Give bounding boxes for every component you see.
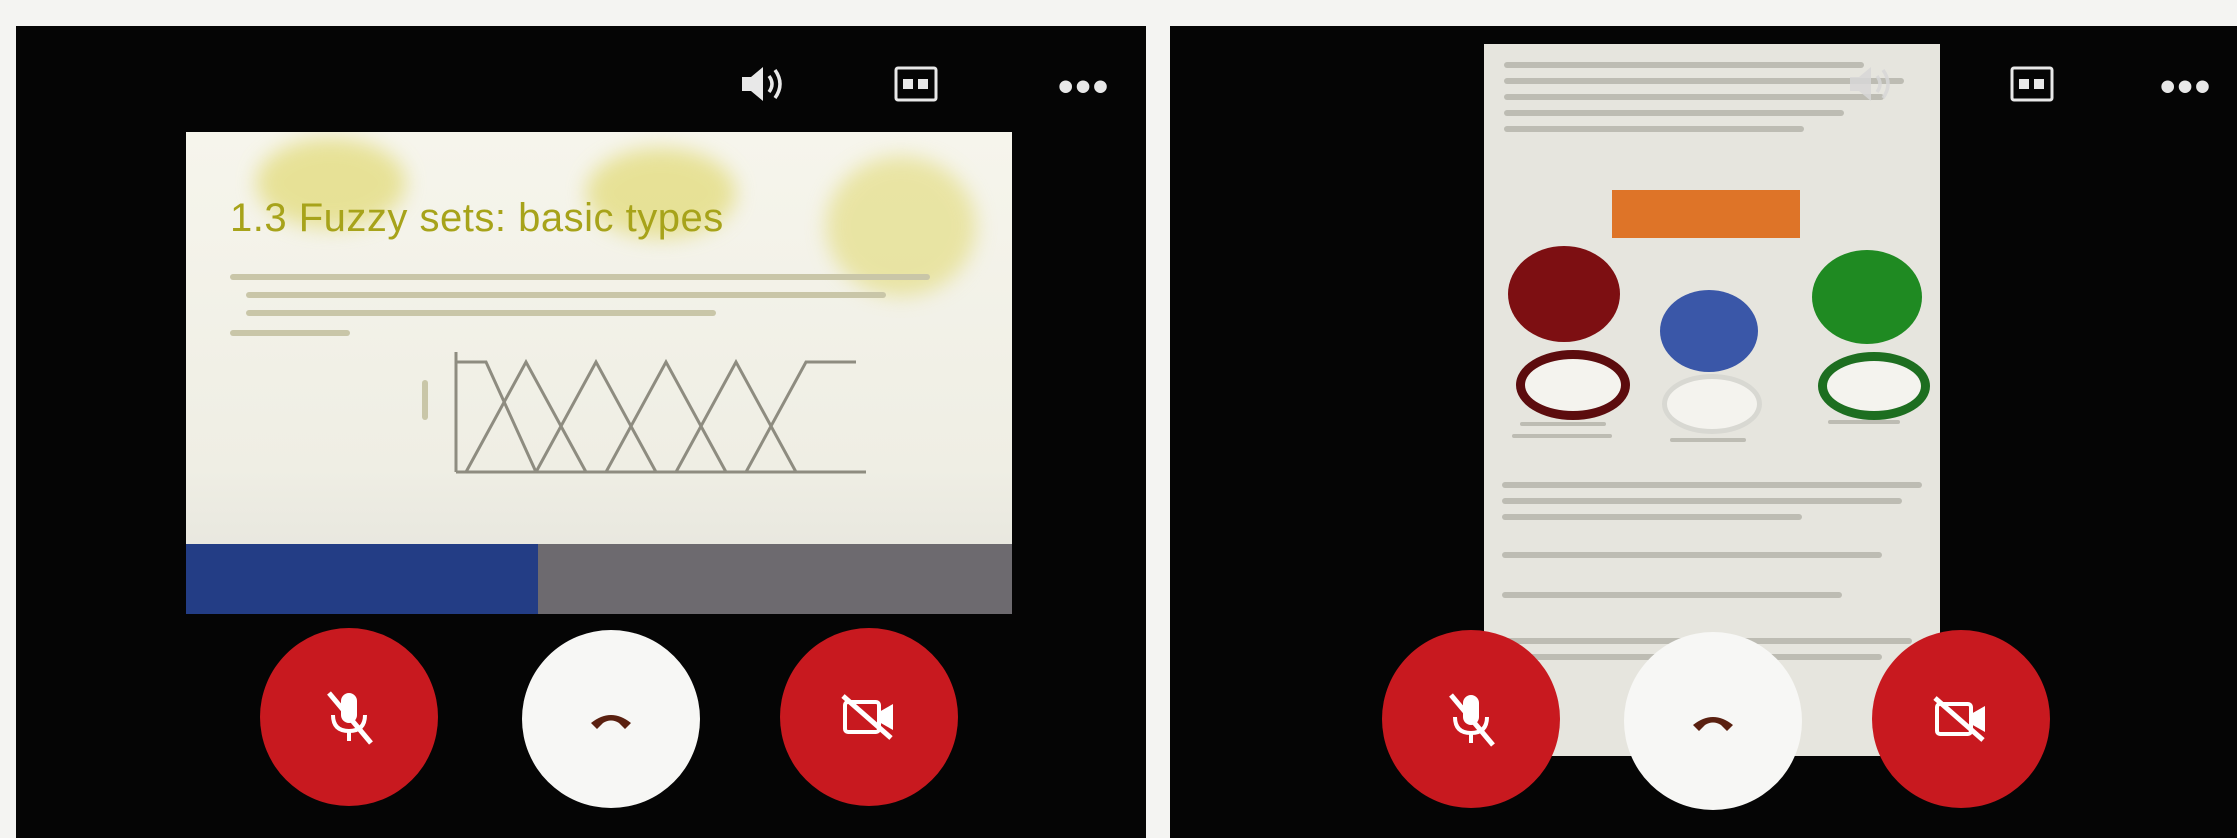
document-text (1502, 552, 1882, 558)
document-text (1828, 420, 1900, 424)
camera-off-icon (841, 694, 893, 740)
closed-captions-icon[interactable] (2010, 66, 2054, 102)
end-call-button[interactable] (1624, 632, 1802, 810)
video-call-panel-right: ••• (1170, 26, 2237, 838)
document-text (1502, 514, 1802, 520)
slide-bullet-text (230, 274, 930, 280)
camera-off-icon (1933, 696, 1985, 742)
end-call-icon (591, 715, 631, 729)
document-text (1502, 482, 1922, 488)
document-text (1512, 434, 1612, 438)
speaker-icon[interactable] (1846, 62, 1896, 106)
slide-bullet-text (246, 292, 886, 298)
document-text (1504, 110, 1844, 116)
slide-footer-accent (186, 544, 538, 614)
document-highlight-box (1612, 190, 1800, 238)
membership-function-plot (454, 352, 866, 474)
green-token-base (1818, 352, 1930, 420)
document-text (1670, 438, 1746, 442)
document-text (1504, 78, 1904, 84)
mute-button[interactable] (260, 628, 438, 806)
red-token (1508, 246, 1620, 342)
slide-bullet-text (246, 310, 716, 316)
speaker-icon[interactable] (738, 62, 788, 106)
document-text (1502, 592, 1842, 598)
microphone-off-icon (327, 691, 373, 745)
document-text (1504, 126, 1804, 132)
video-call-panel-left: 1.3 Fuzzy sets: basic types ••• (16, 26, 1146, 838)
document-text (1504, 94, 1884, 100)
camera-off-button[interactable] (1872, 630, 2050, 808)
slide-bullet-text (230, 330, 350, 336)
end-call-button[interactable] (522, 630, 700, 808)
red-token-base (1516, 350, 1630, 420)
end-call-icon (1693, 717, 1733, 731)
blue-token-base (1662, 374, 1762, 434)
camera-off-button[interactable] (780, 628, 958, 806)
document-text (1504, 62, 1864, 68)
more-options-icon[interactable]: ••• (2160, 65, 2212, 109)
document-text (1520, 422, 1606, 426)
plot-y-axis-label (422, 380, 428, 420)
closed-captions-icon[interactable] (894, 66, 938, 102)
blue-token (1660, 290, 1758, 372)
shared-slide: 1.3 Fuzzy sets: basic types (186, 132, 1012, 614)
document-text (1502, 498, 1902, 504)
more-options-icon[interactable]: ••• (1058, 65, 1110, 109)
slide-title: 1.3 Fuzzy sets: basic types (230, 196, 724, 240)
green-token (1812, 250, 1922, 344)
microphone-off-icon (1449, 693, 1495, 747)
mute-button[interactable] (1382, 630, 1560, 808)
